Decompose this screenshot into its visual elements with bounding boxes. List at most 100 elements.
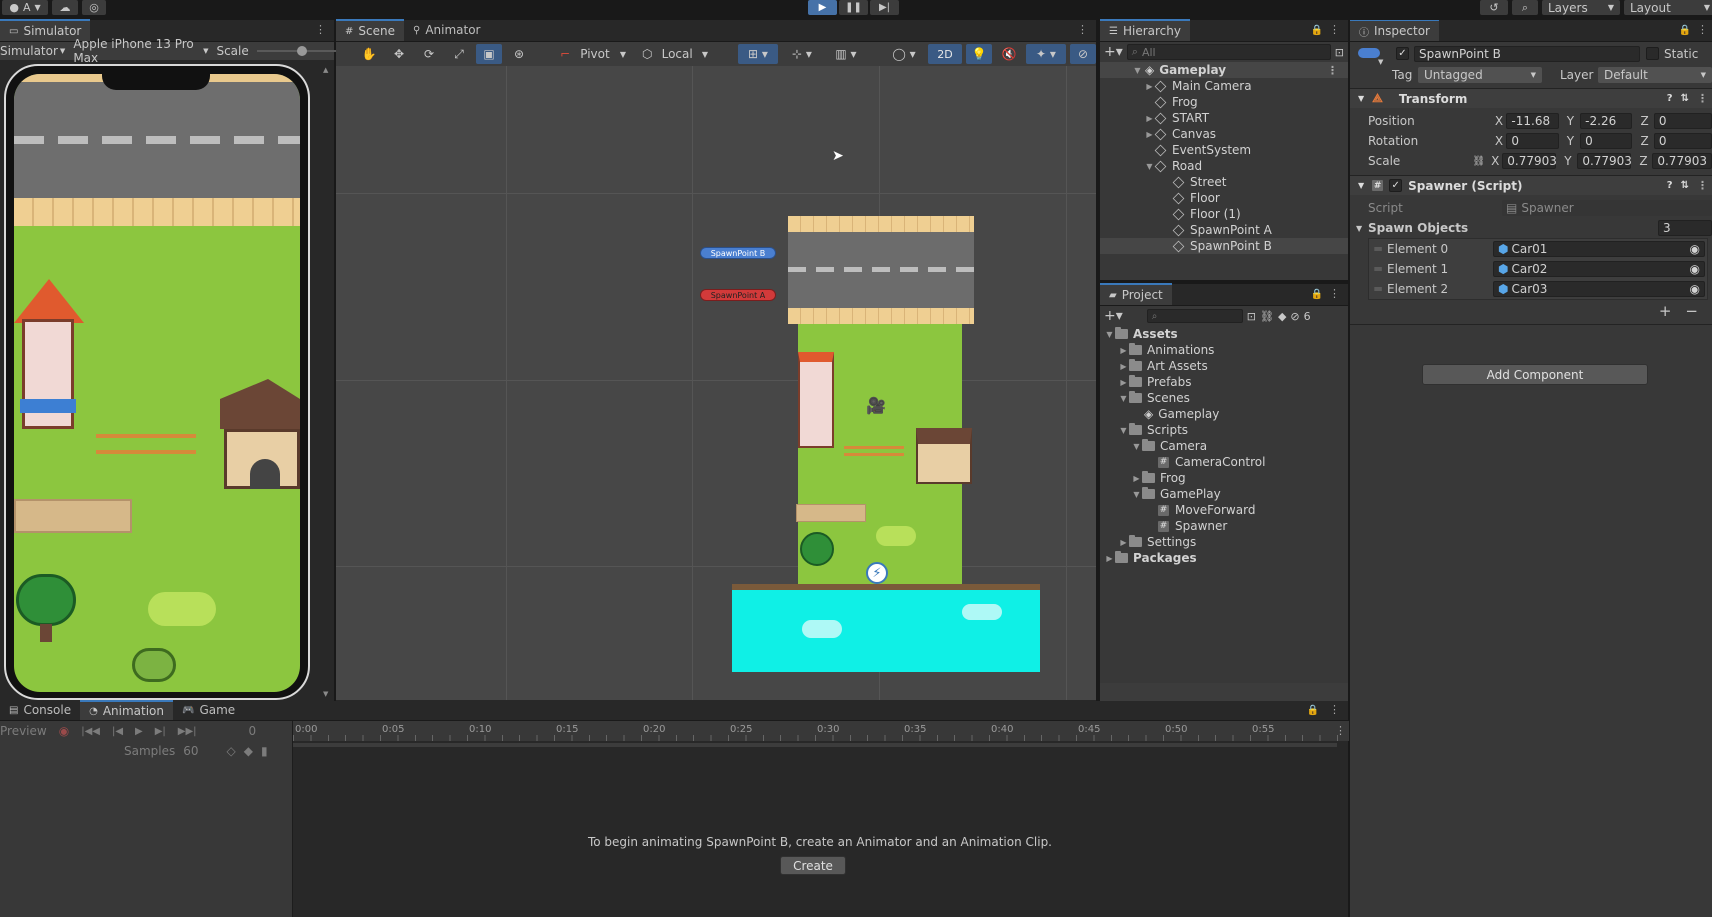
spawnpoint-a-gizmo[interactable]: SpawnPoint A xyxy=(700,289,776,301)
samples-field[interactable]: 60 xyxy=(183,744,198,758)
lock-icon[interactable]: 🔒 xyxy=(1307,705,1319,716)
scale-x-field[interactable]: 0.77903 xyxy=(1502,153,1557,169)
first-key-icon[interactable]: |◀◀ xyxy=(81,726,100,737)
expand-arrow-icon[interactable]: ▶ xyxy=(1118,378,1129,387)
tree-item-cameracontrol[interactable]: # CameraControl xyxy=(1100,454,1348,470)
expand-arrow-icon[interactable]: ▶ xyxy=(1118,346,1129,355)
tab-project[interactable]: ▰ Project xyxy=(1100,283,1172,305)
tab-scene[interactable]: # Scene xyxy=(336,19,404,41)
hidden-objects-button[interactable]: ⊘ xyxy=(1070,44,1096,64)
grid-snap-button[interactable]: ⊞ ▾ xyxy=(738,44,778,64)
scale-slider[interactable] xyxy=(256,45,347,57)
timeline-scrollbar[interactable] xyxy=(293,743,1337,747)
hand-tool-button[interactable]: ✋ xyxy=(356,44,382,64)
tree-item-road[interactable]: ▼ Road xyxy=(1100,158,1348,174)
tree-item-frog-folder[interactable]: ▶ Frog xyxy=(1100,470,1348,486)
hierarchy-search-input[interactable]: ⌕ All xyxy=(1126,44,1331,60)
position-x-field[interactable]: -11.68 xyxy=(1506,113,1559,129)
frame-field[interactable]: 0 xyxy=(249,724,257,738)
frog-gizmo-icon[interactable]: ⚡ xyxy=(866,562,888,584)
last-key-icon[interactable]: ▶▶| xyxy=(178,726,197,737)
element-2-field[interactable]: ⬢ Car03 ◉ xyxy=(1493,281,1705,297)
search-by-type-icon[interactable]: ⊡ xyxy=(1247,310,1256,323)
tree-item-art-assets[interactable]: ▶ Art Assets xyxy=(1100,358,1348,374)
device-screen[interactable] xyxy=(4,64,310,700)
tree-item-gameplay-folder[interactable]: ▼ GamePlay xyxy=(1100,486,1348,502)
preview-toggle[interactable]: Preview xyxy=(0,724,47,738)
tree-item-street[interactable]: Street xyxy=(1100,174,1348,190)
tab-animation[interactable]: ◔ Animation xyxy=(80,700,174,720)
tab-hierarchy[interactable]: ☰ Hierarchy xyxy=(1100,19,1190,41)
drag-handle-icon[interactable]: ═ xyxy=(1369,242,1387,256)
collapse-arrow-icon[interactable]: ▼ xyxy=(1131,442,1142,451)
scale-y-field[interactable]: 0.77903 xyxy=(1577,153,1632,169)
kebab-menu-icon[interactable]: ⋮ xyxy=(1697,179,1708,192)
active-checkbox[interactable]: ✓ xyxy=(1396,47,1409,60)
tree-item-floor-1[interactable]: Floor (1) xyxy=(1100,206,1348,222)
element-1-field[interactable]: ⬢ Car02 ◉ xyxy=(1493,261,1705,277)
prev-key-icon[interactable]: |◀ xyxy=(112,726,123,737)
drag-handle-icon[interactable]: ═ xyxy=(1369,262,1387,276)
help-icon[interactable]: ? xyxy=(1667,93,1673,104)
tree-item-moveforward[interactable]: # MoveForward xyxy=(1100,502,1348,518)
preset-icon[interactable]: ⇅ xyxy=(1681,93,1689,104)
collapse-arrow-icon[interactable]: ▼ xyxy=(1131,490,1142,499)
rotation-y-field[interactable]: 0 xyxy=(1580,133,1633,149)
object-picker-icon[interactable]: ◉ xyxy=(1690,242,1700,256)
remove-element-button[interactable]: − xyxy=(1685,302,1698,320)
preset-icon[interactable]: ⇅ xyxy=(1681,180,1689,191)
scale-tool-button[interactable]: ⤢ xyxy=(446,44,472,64)
add-icon[interactable]: +▾ xyxy=(1104,44,1123,60)
move-tool-button[interactable]: ✥ xyxy=(386,44,412,64)
event-marker-icon[interactable]: ▮ xyxy=(261,744,268,758)
local-dropdown[interactable]: ⬡ Local ▼ xyxy=(636,44,714,64)
transform-header[interactable]: ▼ ⟁ Transform ? ⇅ ⋮ xyxy=(1350,88,1712,108)
spawnpoint-b-gizmo[interactable]: SpawnPoint B xyxy=(700,247,776,259)
object-picker-icon[interactable]: ◉ xyxy=(1690,262,1700,276)
expand-arrow-icon[interactable]: ▶ xyxy=(1118,362,1129,371)
device-dropdown[interactable]: Apple iPhone 13 Pro Max ▼ xyxy=(73,37,208,65)
position-y-field[interactable]: -2.26 xyxy=(1580,113,1633,129)
add-component-button[interactable]: Add Component xyxy=(1422,364,1648,385)
rotate-tool-button[interactable]: ⟳ xyxy=(416,44,442,64)
lock-icon[interactable]: 🔒 xyxy=(1679,25,1691,36)
camera-gizmo-icon[interactable]: 🎥 xyxy=(866,396,886,415)
scale-slider-handle[interactable] xyxy=(296,46,307,56)
chevron-down-icon[interactable]: ▼ xyxy=(1378,58,1383,66)
draw-mode-button[interactable]: ◯ ▾ xyxy=(884,44,924,64)
collapse-arrow-icon[interactable]: ▼ xyxy=(1358,94,1364,103)
play-icon[interactable]: ▶ xyxy=(135,726,143,737)
position-z-field[interactable]: 0 xyxy=(1653,113,1712,129)
search-by-label-icon[interactable]: ⛓ xyxy=(1260,310,1274,323)
tree-item-floor[interactable]: Floor xyxy=(1100,190,1348,206)
collapse-arrow-icon[interactable]: ▼ xyxy=(1118,426,1129,435)
lighting-button[interactable]: 💡 xyxy=(966,44,992,64)
tree-item-frog[interactable]: Frog xyxy=(1100,94,1348,110)
tab-animator[interactable]: ⚲ Animator xyxy=(404,19,490,41)
transform-tool-button[interactable]: ⊛ xyxy=(506,44,532,64)
object-name-input[interactable]: SpawnPoint B xyxy=(1414,46,1640,62)
favorite-icon[interactable]: ◆ xyxy=(1278,310,1286,323)
scale-z-field[interactable]: 0.77903 xyxy=(1652,153,1712,169)
static-checkbox[interactable] xyxy=(1646,47,1659,60)
add-event-icon[interactable]: ◆ xyxy=(244,744,253,758)
timeline-ruler[interactable]: 0:00 0:05 0:10 0:15 0:20 0:25 0:30 0:35 … xyxy=(293,721,1349,741)
2d-mode-button[interactable]: 2D xyxy=(928,44,962,64)
spawner-enabled-checkbox[interactable]: ✓ xyxy=(1389,179,1403,192)
element-0-field[interactable]: ⬢ Car01 ◉ xyxy=(1493,241,1705,257)
drag-handle-icon[interactable]: ═ xyxy=(1369,282,1387,296)
collab-button[interactable]: ◎ xyxy=(82,0,106,15)
expand-arrow-icon[interactable]: ▶ xyxy=(1104,554,1115,563)
create-animation-button[interactable]: Create xyxy=(780,856,846,875)
lock-icon[interactable]: 🔒 xyxy=(1311,289,1323,300)
layer-dropdown[interactable]: Default ▼ xyxy=(1598,67,1712,83)
simulator-scrollbar[interactable]: ▲ ▼ xyxy=(322,64,332,700)
kebab-menu-icon[interactable]: ⋮ xyxy=(1077,23,1088,36)
add-element-button[interactable]: + xyxy=(1659,302,1672,320)
tab-console[interactable]: ▤ Console xyxy=(0,700,80,720)
step-button[interactable]: ▶| xyxy=(870,0,899,15)
tree-item-spawner[interactable]: # Spawner xyxy=(1100,518,1348,534)
tree-item-animations[interactable]: ▶ Animations xyxy=(1100,342,1348,358)
object-picker-icon[interactable]: ◉ xyxy=(1690,282,1700,296)
tree-item-eventsystem[interactable]: EventSystem xyxy=(1100,142,1348,158)
